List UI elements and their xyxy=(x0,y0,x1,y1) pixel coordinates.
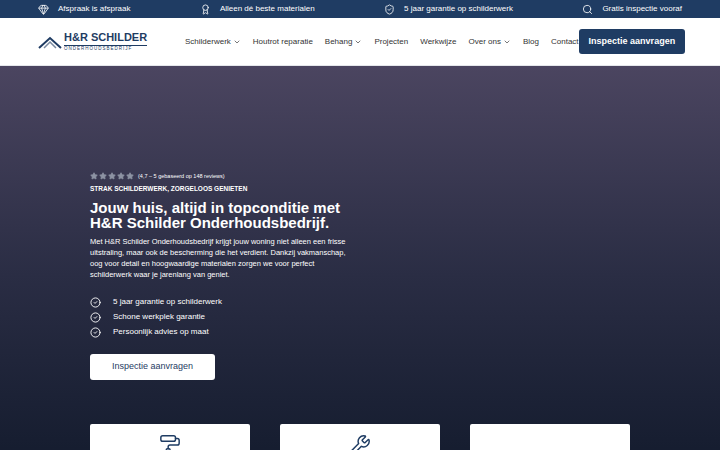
hero-title: Jouw huis, altijd in topconditie met H&R… xyxy=(90,200,365,230)
nav-item[interactable]: Werkwijze xyxy=(420,36,456,48)
hero: (4,7 – 5 gebaseerd op 148 reviews) STRAK … xyxy=(0,66,720,450)
shield-icon xyxy=(384,4,395,15)
star-icon xyxy=(90,172,98,180)
feature-card xyxy=(280,424,440,450)
check-circle-icon xyxy=(90,297,101,308)
logo[interactable]: H&R SCHILDERONDERHOUDSBEDRIJF xyxy=(38,32,183,52)
nav-item[interactable]: Contact xyxy=(551,36,579,48)
wrench-icon xyxy=(349,434,371,450)
chevron-down-icon xyxy=(503,38,511,46)
feature-cards xyxy=(90,424,630,450)
chevron-down-icon xyxy=(354,38,362,46)
feature-card xyxy=(470,424,630,450)
header: H&R SCHILDERONDERHOUDSBEDRIJFSchilderwer… xyxy=(0,18,720,66)
star-icon xyxy=(108,172,116,180)
rating: (4,7 – 5 gebaseerd op 148 reviews) xyxy=(90,172,630,180)
gem-icon xyxy=(38,4,49,15)
page: Afspraak is afspraak Alleen dé beste mate… xyxy=(0,0,720,450)
nav-item[interactable]: Schilderwerk xyxy=(185,36,241,48)
top-bar: Afspraak is afspraak Alleen dé beste mate… xyxy=(0,0,720,18)
hero-text: Met H&R Schilder Onderhoudsbedrijf krijg… xyxy=(90,236,352,280)
search-icon xyxy=(582,4,593,15)
check-item: Persoonlijk advies op maat xyxy=(90,326,630,338)
top-bar-item: 5 jaar garantie op schilderwerk xyxy=(384,3,513,15)
eyebrow: STRAK SCHILDERWERK, ZORGELOOS GENIETEN xyxy=(90,184,630,194)
check-circle-icon xyxy=(90,327,101,338)
star-icon xyxy=(126,172,134,180)
nav-item[interactable]: Houtrot reparatie xyxy=(253,36,313,48)
check-list: 5 jaar garantie op schilderwerk Schone we… xyxy=(90,296,630,338)
star-icon xyxy=(117,172,125,180)
top-bar-item: Alleen dé beste materialen xyxy=(200,3,315,15)
nav-item[interactable]: Over ons xyxy=(469,36,511,48)
feature-card xyxy=(90,424,250,450)
award-icon xyxy=(200,4,211,15)
nav-item[interactable]: Blog xyxy=(523,36,539,48)
nav-item[interactable]: Behang xyxy=(325,36,363,48)
nav-item[interactable]: Projecten xyxy=(374,36,408,48)
check-item: 5 jaar garantie op schilderwerk xyxy=(90,296,630,308)
top-bar-item: Afspraak is afspraak xyxy=(38,3,130,15)
hero-cta-button[interactable]: Inspectie aanvragen xyxy=(90,354,215,380)
paint-roller-icon xyxy=(159,434,181,450)
main-nav: Schilderwerk Houtrot reparatie Behang Proje… xyxy=(185,36,579,48)
header-cta-button[interactable]: Inspectie aanvragen xyxy=(579,29,686,55)
check-item: Schone werkplek garantie xyxy=(90,311,630,323)
logo-roof-icon xyxy=(38,35,62,49)
check-circle-icon xyxy=(90,312,101,323)
star-icon xyxy=(99,172,107,180)
chevron-down-icon xyxy=(233,38,241,46)
top-bar-item: Gratis inspectie vooraf xyxy=(582,3,682,15)
